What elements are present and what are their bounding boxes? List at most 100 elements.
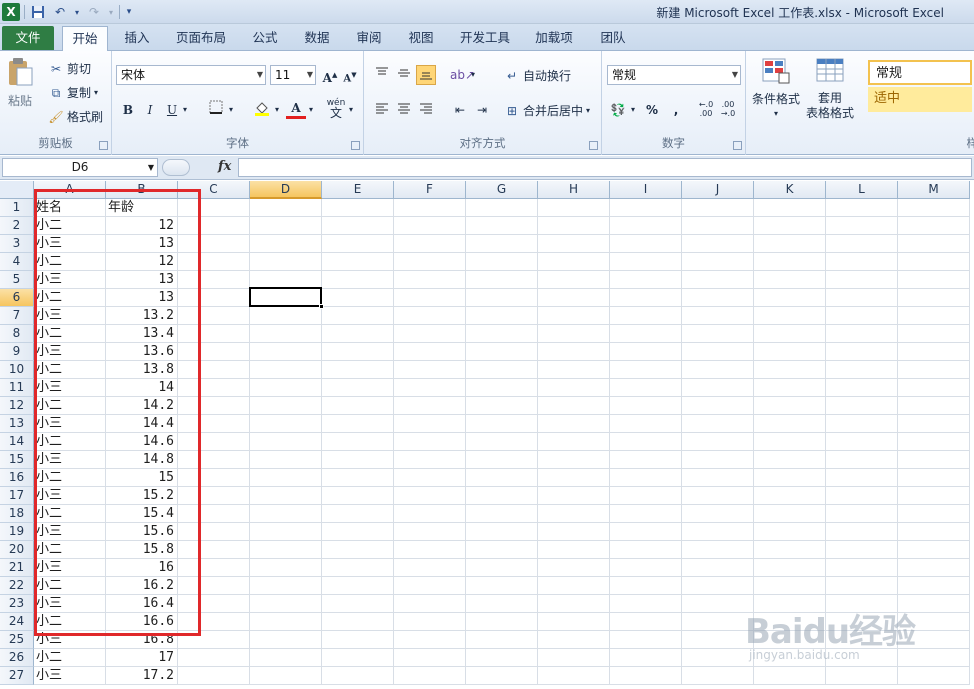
cell-h13[interactable] xyxy=(538,415,610,433)
cell-k6[interactable] xyxy=(754,289,826,307)
cell-k11[interactable] xyxy=(754,379,826,397)
cell-h16[interactable] xyxy=(538,469,610,487)
cell-d3[interactable] xyxy=(250,235,322,253)
cell-f27[interactable] xyxy=(394,667,466,685)
undo-icon[interactable]: ↶ xyxy=(51,3,69,21)
cell-m14[interactable] xyxy=(898,433,970,451)
merge-center-button[interactable]: ⊞ 合并后居中 ▾ xyxy=(504,102,590,119)
cell-i17[interactable] xyxy=(610,487,682,505)
cell-d22[interactable] xyxy=(250,577,322,595)
cell-e15[interactable] xyxy=(322,451,394,469)
cell-e26[interactable] xyxy=(322,649,394,667)
cell-g10[interactable] xyxy=(466,361,538,379)
cell-g7[interactable] xyxy=(466,307,538,325)
cell-g13[interactable] xyxy=(466,415,538,433)
row-header[interactable]: 14 xyxy=(0,433,34,451)
cut-button[interactable]: ✂ 剪切 xyxy=(48,60,91,77)
cell-h12[interactable] xyxy=(538,397,610,415)
row-header[interactable]: 19 xyxy=(0,523,34,541)
cell-h25[interactable] xyxy=(538,631,610,649)
cell-f24[interactable] xyxy=(394,613,466,631)
align-left-icon[interactable] xyxy=(372,100,392,120)
cell-i27[interactable] xyxy=(610,667,682,685)
cell-l6[interactable] xyxy=(826,289,898,307)
cell-e23[interactable] xyxy=(322,595,394,613)
cell-e2[interactable] xyxy=(322,217,394,235)
cell-e12[interactable] xyxy=(322,397,394,415)
cell-e1[interactable] xyxy=(322,199,394,217)
cell-e25[interactable] xyxy=(322,631,394,649)
column-header-i[interactable]: I xyxy=(610,181,682,199)
cell-d20[interactable] xyxy=(250,541,322,559)
cell-j24[interactable] xyxy=(682,613,754,631)
column-header-j[interactable]: J xyxy=(682,181,754,199)
cell-m6[interactable] xyxy=(898,289,970,307)
align-bottom-icon[interactable] xyxy=(416,65,436,85)
cell-h5[interactable] xyxy=(538,271,610,289)
row-header[interactable]: 10 xyxy=(0,361,34,379)
cell-l10[interactable] xyxy=(826,361,898,379)
cell-g5[interactable] xyxy=(466,271,538,289)
row-header[interactable]: 2 xyxy=(0,217,34,235)
cell-j18[interactable] xyxy=(682,505,754,523)
cell-f20[interactable] xyxy=(394,541,466,559)
cell-l18[interactable] xyxy=(826,505,898,523)
cell-k21[interactable] xyxy=(754,559,826,577)
excel-logo-icon[interactable]: X xyxy=(2,3,20,21)
cell-k1[interactable] xyxy=(754,199,826,217)
cell-j20[interactable] xyxy=(682,541,754,559)
cell-m15[interactable] xyxy=(898,451,970,469)
cell-l20[interactable] xyxy=(826,541,898,559)
cell-i1[interactable] xyxy=(610,199,682,217)
tab-page-layout[interactable]: 页面布局 xyxy=(168,26,234,50)
cell-d10[interactable] xyxy=(250,361,322,379)
cell-k5[interactable] xyxy=(754,271,826,289)
phonetic-dropdown-icon[interactable]: ▾ xyxy=(346,100,356,120)
cell-d26[interactable] xyxy=(250,649,322,667)
column-header-g[interactable]: G xyxy=(466,181,538,199)
cell-e3[interactable] xyxy=(322,235,394,253)
cell-j15[interactable] xyxy=(682,451,754,469)
cell-g19[interactable] xyxy=(466,523,538,541)
cell-i25[interactable] xyxy=(610,631,682,649)
cell-l8[interactable] xyxy=(826,325,898,343)
cell-h14[interactable] xyxy=(538,433,610,451)
increase-indent-icon[interactable]: ⇥ xyxy=(472,100,492,120)
cell-k2[interactable] xyxy=(754,217,826,235)
cell-b26[interactable]: 17 xyxy=(106,649,178,667)
font-size-select[interactable]: 11 ▼ xyxy=(270,65,316,85)
cell-e9[interactable] xyxy=(322,343,394,361)
cell-m5[interactable] xyxy=(898,271,970,289)
cell-g6[interactable] xyxy=(466,289,538,307)
cell-f19[interactable] xyxy=(394,523,466,541)
currency-dropdown-icon[interactable]: ▾ xyxy=(628,100,638,120)
cell-l7[interactable] xyxy=(826,307,898,325)
cell-g17[interactable] xyxy=(466,487,538,505)
cell-k4[interactable] xyxy=(754,253,826,271)
row-header[interactable]: 25 xyxy=(0,631,34,649)
cell-g15[interactable] xyxy=(466,451,538,469)
cell-k15[interactable] xyxy=(754,451,826,469)
column-header-l[interactable]: L xyxy=(826,181,898,199)
row-header[interactable]: 11 xyxy=(0,379,34,397)
underline-button[interactable]: U xyxy=(162,100,182,120)
cell-h10[interactable] xyxy=(538,361,610,379)
cell-i8[interactable] xyxy=(610,325,682,343)
cell-e16[interactable] xyxy=(322,469,394,487)
cell-g18[interactable] xyxy=(466,505,538,523)
cell-j26[interactable] xyxy=(682,649,754,667)
cell-e6[interactable] xyxy=(322,289,394,307)
cell-d12[interactable] xyxy=(250,397,322,415)
cell-d23[interactable] xyxy=(250,595,322,613)
cell-m11[interactable] xyxy=(898,379,970,397)
cell-m3[interactable] xyxy=(898,235,970,253)
tab-review[interactable]: 审阅 xyxy=(346,26,392,50)
cell-i11[interactable] xyxy=(610,379,682,397)
cell-h3[interactable] xyxy=(538,235,610,253)
cell-l2[interactable] xyxy=(826,217,898,235)
cell-f2[interactable] xyxy=(394,217,466,235)
cell-m8[interactable] xyxy=(898,325,970,343)
font-color-button[interactable]: A xyxy=(286,98,306,119)
cell-i24[interactable] xyxy=(610,613,682,631)
cell-i15[interactable] xyxy=(610,451,682,469)
